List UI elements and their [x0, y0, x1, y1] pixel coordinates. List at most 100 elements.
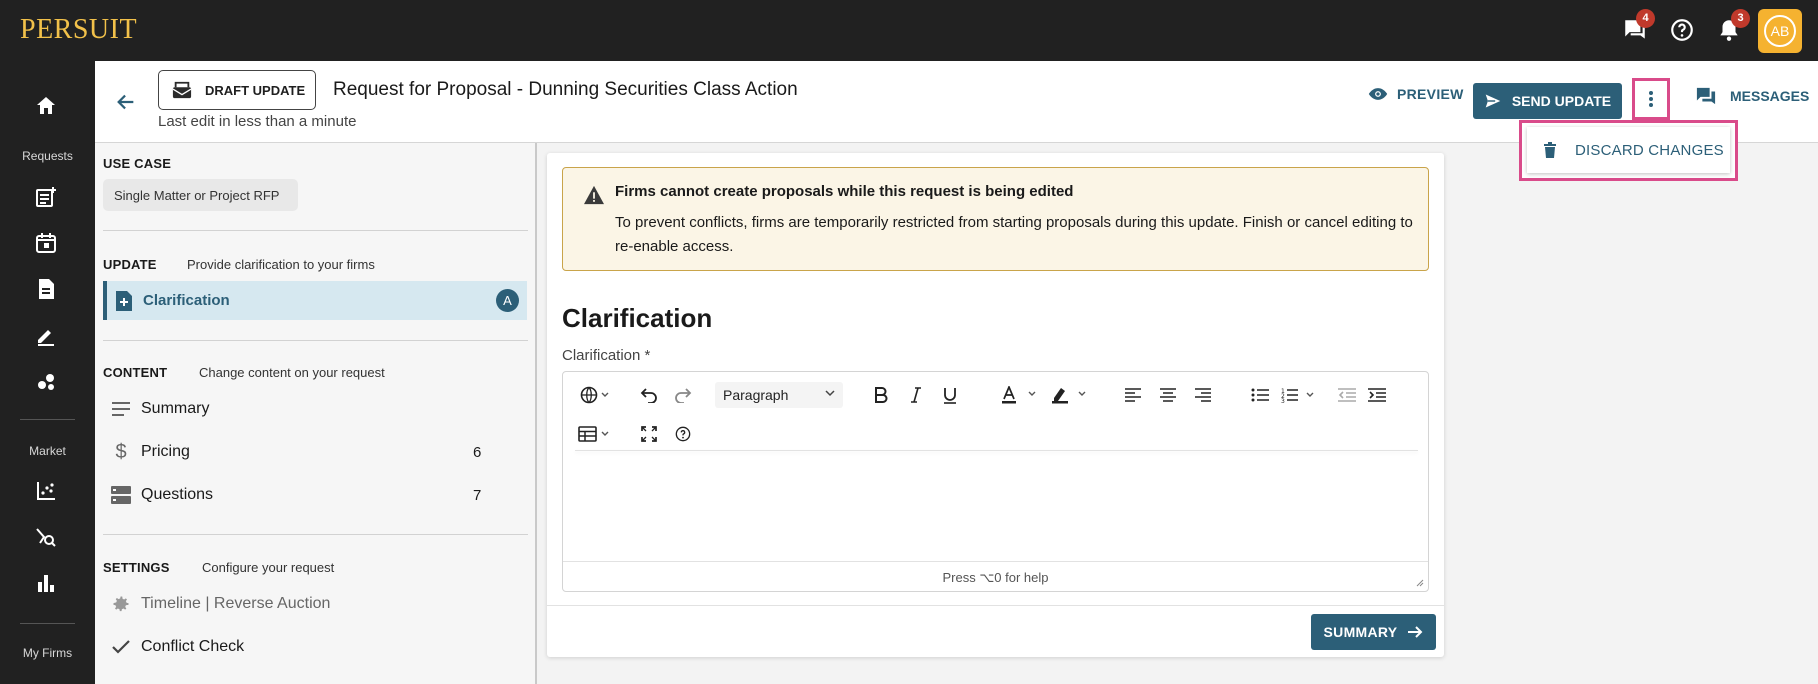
preview-label: PREVIEW: [1397, 86, 1464, 102]
last-edit-status: Last edit in less than a minute: [158, 113, 357, 130]
more-options-button[interactable]: [1632, 78, 1670, 120]
highlight-color-icon[interactable]: [1050, 382, 1092, 408]
toolbar-divider: [575, 450, 1418, 451]
update-heading: UPDATE: [103, 257, 157, 272]
pricing-label: Pricing: [141, 443, 190, 460]
send-icon: [1484, 93, 1502, 109]
chevron-down-icon: [825, 390, 835, 397]
settings-subheading: Configure your request: [202, 560, 335, 575]
draft-update-chip: DRAFT UPDATE: [158, 70, 316, 110]
use-case-chip: Single Matter or Project RFP: [103, 179, 298, 211]
market-search-icon[interactable]: [34, 525, 58, 549]
lines-icon: [111, 401, 131, 417]
undo-icon[interactable]: [636, 382, 662, 408]
editor-help-icon[interactable]: [670, 421, 696, 447]
avatar-initials: AB: [1764, 15, 1796, 47]
draft-envelope-icon: [171, 80, 193, 100]
nav-label-market: Market: [29, 444, 66, 458]
numbered-list-icon[interactable]: 123: [1280, 382, 1322, 408]
arrow-right-icon: [1407, 625, 1423, 639]
use-case-heading: USE CASE: [103, 156, 172, 171]
notification-count-badge: 3: [1731, 9, 1750, 28]
bullet-list-icon[interactable]: [1247, 382, 1273, 408]
warning-body: To prevent conflicts, firms are temporar…: [615, 214, 1413, 255]
summary-next-button[interactable]: SUMMARY: [1311, 614, 1436, 650]
bold-icon[interactable]: [868, 382, 894, 408]
sidebar-divider: [103, 230, 528, 231]
eye-icon: [1368, 87, 1388, 101]
scatter-chart-icon[interactable]: [34, 479, 58, 503]
more-options-menu: DISCARD CHANGES: [1519, 120, 1738, 181]
indent-icon[interactable]: [1364, 382, 1390, 408]
underline-icon[interactable]: [937, 382, 963, 408]
questions-count: 7: [473, 486, 482, 504]
more-vertical-icon: [1648, 90, 1654, 108]
sidebar-item-questions[interactable]: Questions 7: [111, 480, 511, 510]
fullscreen-icon[interactable]: [636, 421, 662, 447]
sidebar-item-pricing[interactable]: $ Pricing 6: [111, 437, 511, 467]
clarification-editor-area[interactable]: [563, 452, 1428, 562]
questions-label: Questions: [141, 486, 214, 503]
pricing-count: 6: [473, 443, 482, 461]
settings-heading: SETTINGS: [103, 560, 170, 575]
new-request-icon[interactable]: [34, 185, 58, 209]
questions-icon: [111, 486, 131, 504]
send-update-label: SEND UPDATE: [1511, 93, 1612, 109]
bubbles-icon[interactable]: [34, 369, 58, 393]
messages-button[interactable]: MESSAGES: [1695, 86, 1809, 106]
nav-label-requests: Requests: [22, 149, 73, 163]
editing-warning-banner: Firms cannot create proposals while this…: [562, 167, 1429, 271]
outdent-icon[interactable]: [1334, 382, 1360, 408]
sidebar-item-conflict-check[interactable]: Conflict Check: [111, 632, 511, 662]
resize-handle-icon[interactable]: [1416, 579, 1424, 587]
edit-pen-icon[interactable]: [34, 323, 58, 347]
warning-icon: [583, 185, 605, 205]
update-subheading: Provide clarification to your firms: [187, 257, 375, 272]
content-heading: CONTENT: [103, 365, 168, 380]
add-document-icon: [115, 290, 133, 311]
preview-button[interactable]: PREVIEW: [1368, 86, 1464, 102]
discard-changes-menu-item[interactable]: DISCARD CHANGES: [1527, 127, 1730, 173]
align-left-icon[interactable]: [1120, 382, 1146, 408]
editor-help-text: Press ⌥0 for help: [563, 561, 1428, 592]
clarification-card: Firms cannot create proposals while this…: [547, 153, 1444, 657]
page-title: Request for Proposal - Dunning Securitie…: [333, 79, 798, 100]
language-icon[interactable]: [577, 382, 613, 408]
document-icon[interactable]: [34, 277, 58, 301]
sidebar-item-timeline[interactable]: Timeline | Reverse Auction: [111, 589, 511, 619]
timeline-label: Timeline | Reverse Auction: [141, 595, 331, 612]
italic-icon[interactable]: [903, 382, 929, 408]
help-icon[interactable]: [1669, 17, 1695, 43]
warning-title: Firms cannot create proposals while this…: [615, 183, 1074, 200]
home-icon[interactable]: [34, 94, 58, 118]
sidebar-item-summary[interactable]: Summary: [111, 394, 511, 424]
summary-button-label: SUMMARY: [1323, 624, 1398, 640]
nav-label-my-firms: My Firms: [22, 646, 73, 660]
back-arrow-icon[interactable]: [115, 91, 137, 113]
clarification-label: Clarification: [143, 292, 230, 309]
calendar-icon[interactable]: [34, 231, 58, 255]
paragraph-style-select[interactable]: Paragraph: [715, 382, 843, 408]
draft-update-label: DRAFT UPDATE: [205, 82, 306, 98]
message-icon: [1695, 86, 1717, 106]
redo-icon[interactable]: [670, 382, 696, 408]
align-right-icon[interactable]: [1190, 382, 1216, 408]
check-icon: [111, 639, 131, 655]
align-center-icon[interactable]: [1155, 382, 1181, 408]
chat-count-badge: 4: [1636, 9, 1655, 28]
text-color-icon[interactable]: [1000, 382, 1042, 408]
send-update-button[interactable]: SEND UPDATE: [1473, 83, 1622, 119]
messages-label: MESSAGES: [1730, 88, 1810, 104]
nav-divider: [20, 419, 75, 420]
card-footer-divider: [547, 605, 1444, 606]
dollar-icon: $: [115, 440, 127, 463]
sidebar-divider: [103, 534, 528, 535]
content-subheading: Change content on your request: [199, 365, 385, 380]
sidebar-item-clarification[interactable]: Clarification A: [103, 281, 527, 320]
request-sidebar: USE CASE Single Matter or Project RFP UP…: [95, 143, 537, 684]
clarification-field-label: Clarification *: [562, 347, 651, 364]
bar-chart-icon[interactable]: [34, 571, 58, 595]
table-icon[interactable]: [577, 421, 613, 447]
persuit-logo[interactable]: PERSUIT: [20, 14, 137, 46]
user-avatar[interactable]: AB: [1758, 9, 1802, 53]
